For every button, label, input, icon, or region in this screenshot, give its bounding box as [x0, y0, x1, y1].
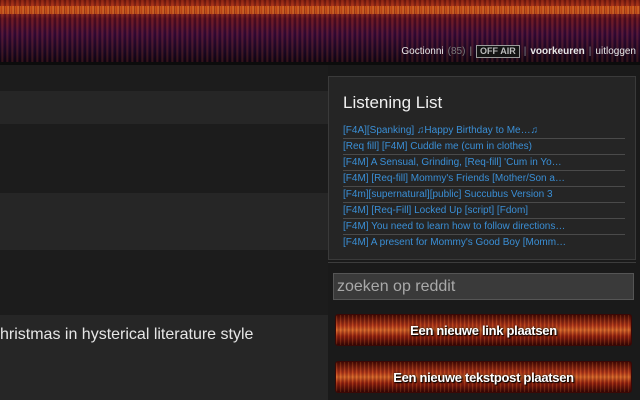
list-item[interactable]: [F4A][Spanking] ♫Happy Birthday to Me…♫: [343, 123, 625, 139]
list-item[interactable]: [F4M] [Req-Fill] Locked Up [script] [Fdo…: [343, 203, 625, 219]
username-link[interactable]: Goctionni: [401, 46, 443, 57]
separator: |: [588, 45, 592, 57]
list-item[interactable]: [F4M] You need to learn how to follow di…: [343, 219, 625, 235]
sidebar: Listening List [F4A][Spanking] ♫Happy Bi…: [328, 76, 640, 400]
list-item[interactable]: [F4M] A present for Mommy's Good Boy [Mo…: [343, 235, 625, 251]
list-item[interactable]: [0, 91, 328, 124]
logout-link[interactable]: uitloggen: [595, 46, 636, 57]
list-item[interactable]: [F4M] [Req-fill] Mommy's Friends [Mother…: [343, 171, 625, 187]
separator: |: [523, 45, 527, 57]
list-item[interactable]: [0, 250, 328, 315]
karma-count: (85): [447, 45, 466, 57]
listening-list: [F4A][Spanking] ♫Happy Birthday to Me…♫ …: [343, 123, 625, 251]
list-item[interactable]: [0, 193, 328, 250]
listening-list-box: Listening List [F4A][Spanking] ♫Happy Bi…: [328, 76, 636, 260]
preferences-link[interactable]: voorkeuren: [530, 46, 584, 57]
new-link-button[interactable]: Een nieuwe link plaatsen: [335, 314, 632, 346]
list-item[interactable]: [F4M] A Sensual, Grinding, [Req-fill] 'C…: [343, 155, 625, 171]
separator: |: [469, 45, 473, 57]
listening-list-title: Listening List: [343, 93, 443, 112]
list-item[interactable]: [0, 65, 328, 91]
post-title[interactable]: hristmas in hysterical literature style: [0, 326, 253, 344]
list-item[interactable]: [0, 124, 328, 193]
user-bar: Goctionni (85) | OFF AIR | voorkeuren | …: [401, 43, 636, 59]
new-text-post-button[interactable]: Een nieuwe tekstpost plaatsen: [335, 361, 632, 393]
sidebar-divider: [328, 262, 636, 263]
list-item[interactable]: [Req fill] [F4M] Cuddle me (cum in cloth…: [343, 139, 625, 155]
list-item[interactable]: [F4m][supernatural][public] Succubus Ver…: [343, 187, 625, 203]
post-list: [0, 65, 328, 400]
search-input[interactable]: [333, 273, 634, 300]
status-badge[interactable]: OFF AIR: [476, 44, 520, 58]
